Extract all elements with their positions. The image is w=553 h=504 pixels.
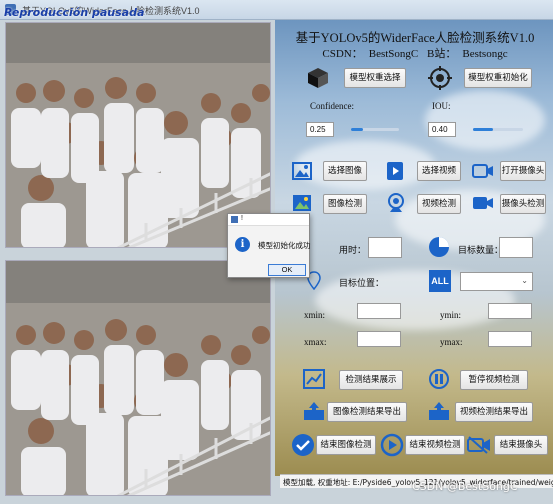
image-icon <box>292 162 312 180</box>
ymax-label: ymax: <box>440 337 463 347</box>
confidence-spinbox[interactable]: 0.25 <box>306 122 334 137</box>
all-targets-icon: ALL <box>429 270 451 292</box>
webcam-icon <box>388 193 404 212</box>
confidence-slider-fill <box>351 128 363 131</box>
info-icon: i <box>235 237 250 252</box>
pie-chart-icon <box>429 237 449 257</box>
confidence-label: Confidence: <box>310 101 354 111</box>
select-video-button[interactable]: 选择视频 <box>417 161 461 181</box>
end-camera-button[interactable]: 结束摄像头 <box>494 435 548 455</box>
iou-label: IOU: <box>432 101 451 111</box>
cube-icon <box>308 68 328 88</box>
check-circle-icon <box>292 434 314 456</box>
xmax-value <box>357 331 401 347</box>
crowd-photo-result <box>6 261 270 495</box>
init-weights-button[interactable]: 模型权重初始化 <box>464 68 532 88</box>
show-result-button[interactable]: 检测结果展示 <box>339 370 403 390</box>
target-position-label: 目标位置： <box>339 278 385 288</box>
csdn-watermark: CSDN @BestSongC <box>412 480 518 493</box>
camera-detect-button[interactable]: 摄像头检测 <box>500 194 546 214</box>
dialog-message: 模型初始化成功 <box>258 241 311 250</box>
image-detect-icon <box>293 195 311 211</box>
bili-label: B站： <box>427 48 457 60</box>
ok-button[interactable]: OK <box>268 264 306 276</box>
export-video-result-button[interactable]: 视频检测结果导出 <box>455 402 533 422</box>
time-value <box>368 237 402 258</box>
select-weights-button[interactable]: 模型权重选择 <box>344 68 406 88</box>
dialog-app-icon <box>231 216 238 223</box>
select-image-button[interactable]: 选择图像 <box>323 161 367 181</box>
camera-detect-icon <box>473 197 493 209</box>
video-detect-button[interactable]: 视频检测 <box>417 194 461 214</box>
result-image-panel <box>5 260 271 496</box>
camera-icon <box>472 164 493 178</box>
app-title: 基于YOLOv5的WiderFace人脸检测系统V1.0 <box>295 31 535 45</box>
ymin-value <box>488 303 532 319</box>
target-count-label: 目标数量： <box>458 245 504 255</box>
end-video-detect-button[interactable]: 结束视频检测 <box>405 435 465 455</box>
iou-slider-fill <box>473 128 493 131</box>
iou-spinbox[interactable]: 0.40 <box>428 122 456 137</box>
play-circle-icon <box>380 433 404 457</box>
dialog-titlebar: ! <box>228 214 309 226</box>
pause-video-button[interactable]: 暂停视频检测 <box>460 370 528 390</box>
time-label: 用时： <box>339 245 367 255</box>
xmax-label: xmax: <box>304 337 327 347</box>
camera-off-icon <box>467 436 490 454</box>
playback-paused-watermark: Reproducción pausada <box>4 6 145 19</box>
open-camera-button[interactable]: 打开摄像头 <box>500 161 546 181</box>
chart-display-icon <box>303 369 325 389</box>
ymin-label: ymin: <box>440 310 462 320</box>
csdn-label: CSDN： <box>322 48 363 60</box>
message-dialog: ! i 模型初始化成功 OK <box>227 213 311 278</box>
dialog-title: ! <box>241 215 243 222</box>
bili-value: Bestsongc <box>462 48 508 60</box>
target-count-value <box>499 237 533 258</box>
csdn-value: BestSongC <box>368 48 419 60</box>
pause-icon <box>429 369 449 389</box>
video-file-icon <box>387 162 403 180</box>
export-image-icon <box>304 402 324 420</box>
xmin-value <box>357 303 401 319</box>
export-image-result-button[interactable]: 图像检测结果导出 <box>327 402 407 422</box>
end-image-detect-button[interactable]: 结束图像检测 <box>316 435 376 455</box>
image-detect-button[interactable]: 图像检测 <box>323 194 367 214</box>
export-video-icon <box>429 402 449 420</box>
target-select-dropdown[interactable]: ⌄ <box>460 272 533 291</box>
chevron-down-icon: ⌄ <box>521 276 528 285</box>
xmin-label: xmin: <box>304 310 326 320</box>
author-line: CSDN： BestSongC B站： Bestsongc <box>280 45 550 61</box>
target-icon <box>428 66 452 90</box>
ymax-value <box>488 331 532 347</box>
